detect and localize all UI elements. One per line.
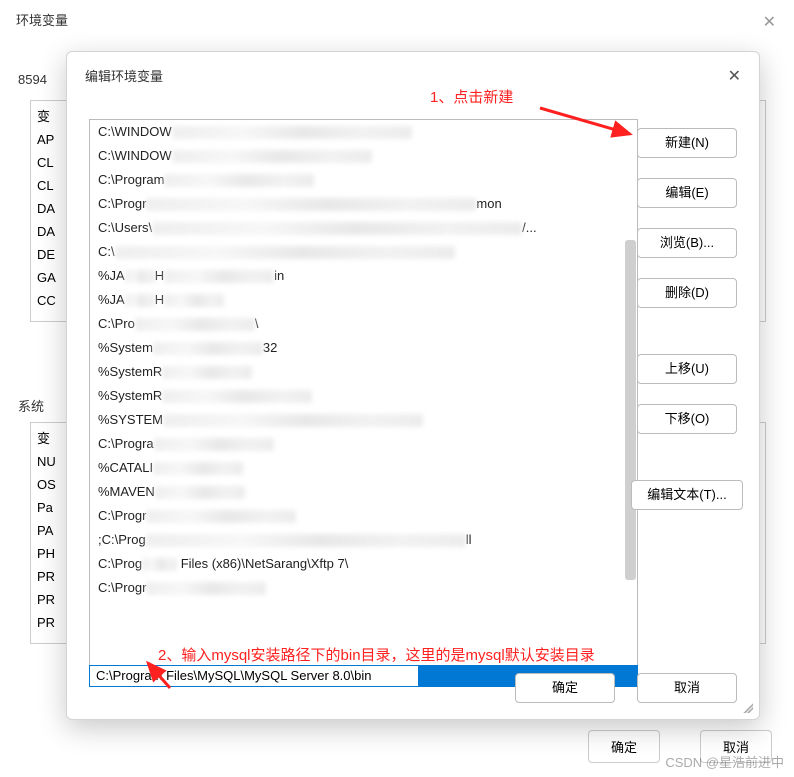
system-vars-label: 系统 (18, 396, 44, 415)
list-item[interactable]: ;C:\Progll (90, 528, 637, 552)
list-item[interactable]: C:\Progrmon (90, 192, 637, 216)
list-item[interactable]: C:\Progr (90, 576, 637, 600)
list-item[interactable]: C:\Progr (90, 504, 637, 528)
close-icon[interactable]: ✕ (728, 66, 741, 86)
user-vars-label: 8594 (18, 72, 47, 87)
list-item[interactable]: %JAH (90, 288, 637, 312)
new-button[interactable]: 新建(N) (637, 128, 737, 158)
delete-button[interactable]: 删除(D) (637, 278, 737, 308)
path-input[interactable]: C:\Program Files\MySQL\MySQL Server 8.0\… (89, 665, 419, 687)
list-item[interactable]: C:\ (90, 240, 637, 264)
bg-ok-button[interactable]: 确定 (588, 730, 660, 763)
list-item[interactable]: C:\Prog Files (x86)\NetSarang\Xftp 7\ (90, 552, 637, 576)
edit-dialog-title: 编辑环境变量 (67, 52, 759, 93)
list-item[interactable]: %JAHin (90, 264, 637, 288)
move-down-button[interactable]: 下移(O) (637, 404, 737, 434)
resize-grip-icon[interactable] (739, 699, 753, 713)
ok-button[interactable]: 确定 (515, 673, 615, 703)
list-item[interactable]: C:\Program (90, 168, 637, 192)
list-item[interactable]: %SystemR (90, 384, 637, 408)
cancel-button[interactable]: 取消 (637, 673, 737, 703)
close-icon[interactable]: ✕ (763, 12, 776, 32)
env-vars-title: 环境变量 (0, 0, 794, 39)
list-item[interactable]: %SystemR (90, 360, 637, 384)
list-item[interactable]: %System32 (90, 336, 637, 360)
list-item[interactable]: C:\Pro\ (90, 312, 637, 336)
annotation-step2: 2、输入mysql安装路径下的bin目录，这里的是mysql默认安装目录 (158, 644, 595, 665)
edit-text-button[interactable]: 编辑文本(T)... (631, 480, 743, 510)
watermark: CSDN @星浩前进中 (665, 752, 784, 771)
list-item[interactable]: %CATALI (90, 456, 637, 480)
list-item[interactable]: C:\Progra (90, 432, 637, 456)
list-item[interactable]: %MAVEN (90, 480, 637, 504)
list-item[interactable]: %SYSTEM (90, 408, 637, 432)
list-item[interactable]: C:\Users\/... (90, 216, 637, 240)
browse-button[interactable]: 浏览(B)... (637, 228, 737, 258)
scrollbar-thumb[interactable] (625, 240, 636, 580)
edit-env-var-dialog: 编辑环境变量 ✕ C:\WINDOWC:\WINDOWC:\ProgramC:\… (66, 51, 760, 720)
path-listbox[interactable]: C:\WINDOWC:\WINDOWC:\ProgramC:\ProgrmonC… (89, 119, 638, 679)
edit-button[interactable]: 编辑(E) (637, 178, 737, 208)
arrow-icon (140, 658, 180, 698)
move-up-button[interactable]: 上移(U) (637, 354, 737, 384)
annotation-step1: 1、点击新建 (430, 86, 513, 107)
arrow-icon (535, 100, 645, 150)
